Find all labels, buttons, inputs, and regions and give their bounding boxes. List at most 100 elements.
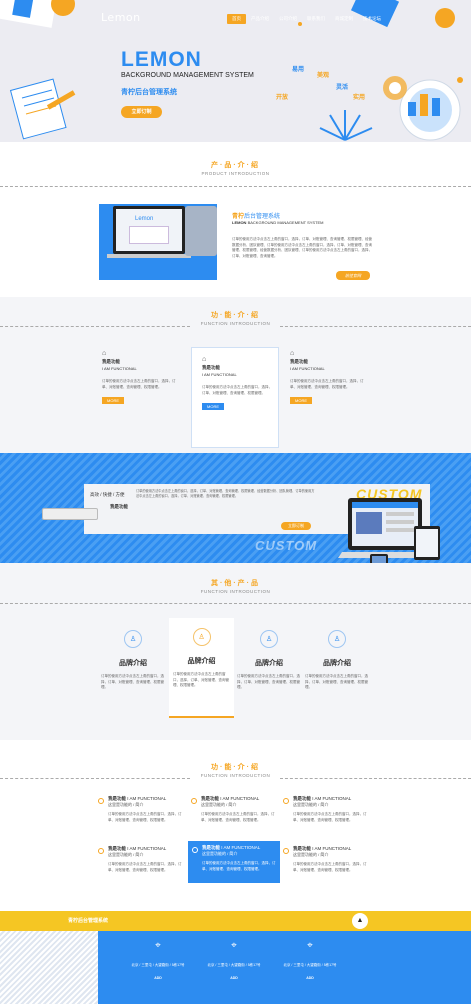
bullet-icon	[191, 798, 197, 804]
footer-address-item: ⌖ 北京 / 三里屯 / 大望路街 / 5栋17号 ADD	[124, 940, 192, 980]
function-more-button[interactable]: MORE	[290, 397, 312, 405]
other-product-desc: 订单的使用方法中点击左上角的窗口，选择，订单、对账管理、查询管理、权限管理。	[101, 674, 164, 690]
function-more-button[interactable]: MORE	[102, 397, 124, 405]
function-more-button[interactable]: MORE	[202, 403, 224, 411]
function-card-en: I AM FUNCTIONAL	[202, 372, 237, 377]
bullet-icon	[98, 848, 104, 854]
function-card-active[interactable]: ⌂ 我是功能 I AM FUNCTIONAL 订单的使用方法中点击左上角的窗口，…	[191, 347, 279, 448]
footer-title: 青柠后台管理系统	[68, 918, 109, 924]
footer-pattern	[0, 931, 98, 1004]
feature-desc: 订单的使用方法中点击左上角的窗口，选择，订单、对账管理、查询管理、权限管理。	[108, 812, 182, 822]
custom-description: 订单的使用方法中点击左上角的窗口，选择，订单、对账管理、查询管理、权限管理、经营…	[136, 489, 315, 499]
product-section-en: PRODUCT INTRODUCTION	[201, 171, 270, 176]
function-card-title: 我是功能	[102, 359, 120, 364]
feature-item[interactable]: 我是功能 I AM FUNCTIONAL 这里是功能的 / 简介 订单的使用方法…	[98, 796, 184, 823]
feature-item-active[interactable]: 我是功能 I AM FUNCTIONAL 这里是功能的 / 简介 订单的使用方法…	[188, 841, 280, 883]
feature-desc: 订单的使用方法中点击左上角的窗口，选择，订单、对账管理、查询管理、权限管理。	[202, 861, 276, 871]
feature-sub: 这里是功能的 / 简介	[202, 851, 238, 856]
feature-desc: 订单的使用方法中点击左上角的窗口，选择，订单、对账管理、查询管理、权限管理。	[293, 862, 367, 872]
function-card-title: 我是功能	[290, 359, 308, 364]
footer-address: 北京 / 三里屯 / 大望路街 / 5栋17号	[131, 963, 185, 967]
nav-item-home[interactable]: 首页	[227, 14, 246, 24]
footer-address: 北京 / 三里屯 / 大望路街 / 5栋17号	[283, 963, 337, 967]
function-card-en: I AM FUNCTIONAL	[102, 366, 137, 371]
medal-icon: ♙	[192, 628, 211, 646]
location-pin-icon: ⌖	[155, 940, 161, 951]
feature-title: 我是功能	[201, 796, 219, 801]
other-product-card-active[interactable]: ♙ 品牌介绍 订单的使用方法中点击左上角的窗口，选择，订单、对账管理、查询管理、…	[169, 618, 234, 718]
section-divider	[0, 186, 471, 187]
hero-tag: 灵活	[336, 85, 349, 91]
back-to-top-icon[interactable]: ▲	[352, 913, 368, 929]
other-product-desc: 订单的使用方法中点击左上角的窗口，选择，订单、对账管理、查询管理、权限管理。	[173, 672, 229, 688]
hero-tag: 易用	[292, 67, 305, 73]
footer-address-item: ⌖ 北京 / 三里屯 / 大望路街 / 5栋17号 ADD	[200, 940, 268, 980]
function-card-desc: 订单的使用方法中点击左上角的窗口，选择，订单、对账管理、查询管理、权限管理。	[202, 385, 272, 395]
section-divider	[0, 778, 190, 779]
feature-item[interactable]: 我是功能 I AM FUNCTIONAL 这里是功能的 / 简介 订单的使用方法…	[98, 846, 184, 873]
house-icon: ⌂	[102, 350, 107, 357]
custom-tagline: 高效 / 快捷 / 方便	[90, 492, 125, 497]
site-logo[interactable]: Lemon	[101, 11, 141, 24]
feature-en: I AM FUNCTIONAL	[127, 796, 167, 801]
nav-item-company[interactable]: 公司介绍	[274, 14, 302, 24]
custom-cta-button[interactable]: 立即订制	[281, 522, 311, 530]
nav-item-mall[interactable]: 商城定制	[330, 14, 358, 24]
feature-en: I AM FUNCTIONAL	[220, 796, 260, 801]
house-icon: ⌂	[202, 356, 207, 363]
function-card-desc: 订单的使用方法中点击左上角的窗口，选择，订单、对账管理、查询管理、权限管理。	[290, 379, 364, 389]
nav-item-contact[interactable]: 联系我们	[302, 14, 330, 24]
main-nav: 首页 产品介绍 公司介绍 联系我们 商城定制 技术论坛	[227, 14, 386, 24]
others-section-title: 其·他·产·品	[211, 580, 260, 587]
feature-item[interactable]: 我是功能 I AM FUNCTIONAL 这里是功能的 / 简介 订单的使用方法…	[191, 796, 277, 823]
feature-item[interactable]: 我是功能 I AM FUNCTIONAL 这里是功能的 / 简介 订单的使用方法…	[283, 846, 369, 873]
other-product-label: 品牌介绍	[119, 660, 147, 667]
function-card[interactable]: ⌂ 我是功能 I AM FUNCTIONAL 订单的使用方法中点击左上角的窗口，…	[290, 350, 372, 446]
custom-func-label: 我是功能	[110, 504, 128, 509]
hero-title: LEMON	[121, 48, 202, 71]
feature-desc: 订单的使用方法中点击左上角的窗口，选择，订单、对账管理、查询管理、权限管理。	[108, 862, 182, 872]
other-product-label: 品牌介绍	[187, 658, 216, 665]
product-image: Lemon	[99, 200, 219, 284]
feature-en: I AM FUNCTIONAL	[312, 796, 352, 801]
footer-address: 北京 / 三里屯 / 大望路街 / 5栋17号	[207, 963, 261, 967]
custom-big-text-shadow: CUSTOM	[255, 538, 318, 553]
other-product-label: 品牌介绍	[323, 660, 351, 667]
other-product-label: 品牌介绍	[255, 660, 283, 667]
product-section-title: 产·品·介·绍	[211, 162, 260, 169]
other-product-desc: 订单的使用方法中点击左上角的窗口，选择，订单、对账管理、查询管理、权限管理。	[305, 674, 368, 690]
hero-tag: 美观	[317, 73, 330, 79]
medal-icon: ♙	[260, 630, 278, 648]
bullet-icon	[98, 798, 104, 804]
feature-title: 我是功能	[202, 845, 220, 850]
hero-cta-button[interactable]: 立即订制	[121, 106, 162, 118]
nav-item-forum[interactable]: 技术论坛	[358, 14, 386, 24]
product-screen-logo: Lemon	[135, 216, 154, 222]
bullet-icon	[283, 798, 289, 804]
product-heading: 青柠后台管理系统	[232, 214, 281, 220]
other-product-card[interactable]: ♙ 品牌介绍 订单的使用方法中点击左上角的窗口，选择，订单、对账管理、查询管理、…	[237, 630, 301, 720]
feature-desc: 订单的使用方法中点击左上角的窗口，选择，订单、对账管理、查询管理、权限管理。	[201, 812, 275, 822]
product-cta-button[interactable]: 前往官网	[336, 271, 370, 280]
medal-icon: ♙	[328, 630, 346, 648]
hero-tag: 实用	[353, 95, 366, 101]
feature-en: I AM FUNCTIONAL	[312, 846, 352, 851]
hero-cn-title: 青柠后台管理系统	[121, 89, 177, 96]
function-card[interactable]: ⌂ 我是功能 I AM FUNCTIONAL 订单的使用方法中点击左上角的窗口，…	[102, 350, 184, 446]
function-card-title: 我是功能	[202, 365, 220, 370]
feature-sub: 这里是功能的 / 简介	[108, 852, 144, 857]
medal-icon: ♙	[124, 630, 142, 648]
feature-sub: 这里是功能的 / 简介	[293, 852, 329, 857]
keyboard-image	[42, 508, 98, 520]
function-card-desc: 订单的使用方法中点击左上角的窗口，选择，订单、对账管理、查询管理、权限管理。	[102, 379, 176, 389]
feature-item[interactable]: 我是功能 I AM FUNCTIONAL 这里是功能的 / 简介 订单的使用方法…	[283, 796, 369, 823]
others-section-en: FUNCTION INTRODUCTION	[200, 589, 271, 594]
nav-item-products[interactable]: 产品介绍	[246, 14, 274, 24]
feature-sub: 这里是功能的 / 简介	[201, 802, 237, 807]
feature-title: 我是功能	[293, 796, 311, 801]
feature-title: 我是功能	[293, 846, 311, 851]
hero-subtitle: BACKGROUND MANAGEMENT SYSTEM	[121, 72, 254, 79]
other-product-card[interactable]: ♙ 品牌介绍 订单的使用方法中点击左上角的窗口，选择，订单、对账管理、查询管理、…	[101, 630, 165, 720]
feature-title: 我是功能	[108, 846, 126, 851]
other-product-card[interactable]: ♙ 品牌介绍 订单的使用方法中点击左上角的窗口，选择，订单、对账管理、查询管理、…	[305, 630, 369, 720]
